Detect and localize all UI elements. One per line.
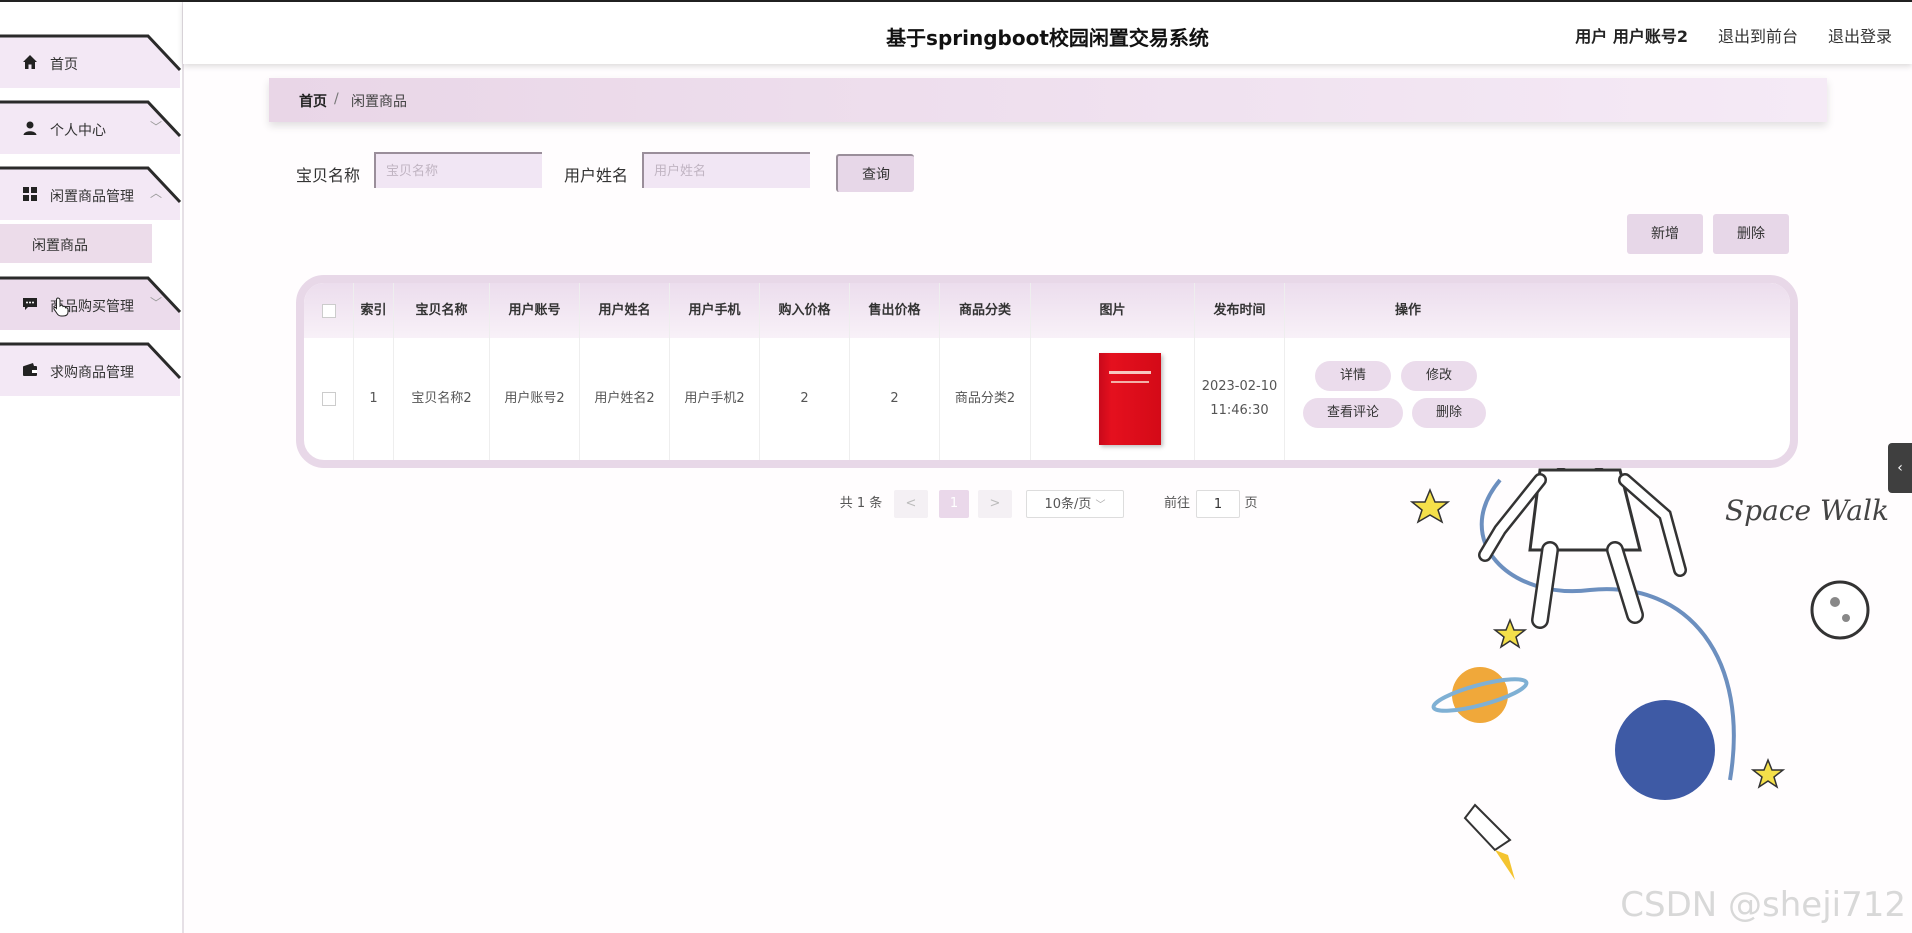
user-name-input[interactable] (642, 152, 810, 188)
submenu-item-idle-goods[interactable]: 闲置商品 (0, 224, 152, 263)
username-cell: 用户姓名2 (580, 338, 670, 460)
goods-name-input[interactable] (374, 152, 542, 188)
add-button[interactable]: 新增 (1627, 214, 1703, 254)
sidebar: 首页 个人中心 ﹀ 闲置商品管理 ︿ 闲置商品 商品购买管理 ﹀ 求购商品管理 (0, 2, 184, 933)
breadcrumb-home[interactable]: 首页 (299, 91, 327, 111)
goods-name-label: 宝贝名称 (296, 166, 361, 185)
total-count: 共 1 条 (839, 496, 883, 511)
sidebar-item-home[interactable]: 首页 (0, 34, 182, 90)
wallet-icon (22, 362, 38, 378)
column-header: 图片 (1031, 283, 1195, 338)
batch-delete-button[interactable]: 删除 (1713, 214, 1789, 254)
page-number-current[interactable]: 1 (939, 490, 969, 518)
sidebar-item-wanted[interactable]: 求购商品管理 (0, 342, 182, 398)
sidebar-item-label: 闲置商品管理 (50, 189, 134, 205)
edit-button[interactable]: 修改 (1401, 361, 1477, 391)
query-button[interactable]: 查询 (836, 154, 914, 192)
column-header: 用户账号 (490, 283, 580, 338)
back-to-front-link[interactable]: 退出到前台 (1718, 23, 1798, 47)
chevron-up-icon: ︿ (150, 186, 163, 200)
user-icon (22, 120, 38, 136)
breadcrumb: 首页 / 闲置商品 (269, 78, 1827, 122)
space-walk-text: Space Walk (1725, 494, 1889, 527)
collapse-panel-button[interactable]: ‹ (1888, 443, 1912, 493)
sidebar-item-idle-goods[interactable]: 闲置商品管理 ︿ (0, 166, 182, 222)
column-header: 售出价格 (850, 283, 940, 338)
sidebar-item-profile[interactable]: 个人中心 ﹀ (0, 100, 182, 156)
table-header: 索引 宝贝名称 用户账号 用户姓名 用户手机 购入价格 售出价格 商品分类 图片… (304, 283, 1790, 338)
index-cell: 1 (354, 338, 394, 460)
home-icon (22, 54, 38, 70)
next-page-button[interactable]: > (978, 490, 1012, 518)
current-user-label: 用户 用户账号2 (1575, 27, 1688, 46)
breadcrumb-current: 闲置商品 (351, 94, 407, 110)
view-comments-button[interactable]: 查看评论 (1303, 398, 1403, 428)
goods-table: 索引 宝贝名称 用户账号 用户姓名 用户手机 购入价格 售出价格 商品分类 图片… (296, 275, 1798, 468)
chat-icon (22, 296, 38, 312)
sell-price-cell: 2 (850, 338, 940, 460)
chevron-down-icon: ﹀ (150, 296, 163, 310)
grid-icon (22, 186, 38, 202)
column-header: 商品分类 (940, 283, 1031, 338)
sidebar-item-label: 首页 (50, 57, 78, 73)
publish-time-cell: 2023-02-10 11:46:30 (1195, 338, 1285, 460)
select-all-cell[interactable] (304, 283, 354, 338)
goods-name-cell: 宝贝名称2 (394, 338, 490, 460)
column-header: 宝贝名称 (394, 283, 490, 338)
logout-link[interactable]: 退出登录 (1828, 23, 1892, 47)
publish-time: 11:46:30 (1210, 403, 1269, 418)
column-header: 操作 (1394, 303, 1421, 318)
sidebar-item-label: 求购商品管理 (50, 365, 134, 381)
page-size-select[interactable]: 10条/页 ﹀ (1026, 490, 1124, 518)
page-unit: 页 (1244, 496, 1258, 511)
mouse-cursor-icon (53, 297, 69, 322)
column-header: 购入价格 (760, 283, 850, 338)
chevron-down-icon: ﹀ (1095, 500, 1106, 511)
publish-date: 2023-02-10 (1201, 379, 1278, 394)
phone-cell: 用户手机2 (670, 338, 760, 460)
row-checkbox[interactable] (321, 391, 336, 406)
detail-button[interactable]: 详情 (1315, 361, 1391, 391)
pagination: 共 1 条 < 1 > 10条/页 ﹀ 前往 1 页 (836, 490, 1266, 520)
sidebar-item-purchase[interactable]: 商品购买管理 ﹀ (0, 276, 182, 332)
goods-image[interactable] (1099, 353, 1161, 445)
select-all-checkbox[interactable] (321, 303, 336, 318)
goto-page-input[interactable]: 1 (1196, 490, 1240, 518)
sidebar-item-label: 个人中心 (50, 123, 106, 139)
account-cell: 用户账号2 (490, 338, 580, 460)
row-delete-button[interactable]: 删除 (1412, 398, 1486, 428)
buy-price-cell: 2 (760, 338, 850, 460)
column-header: 发布时间 (1195, 283, 1285, 338)
column-header: 用户手机 (670, 283, 760, 338)
column-header: 索引 (354, 283, 394, 338)
chevron-down-icon: ﹀ (150, 120, 163, 134)
goto-label: 前往 (1163, 496, 1190, 511)
image-cell (1031, 338, 1195, 460)
breadcrumb-separator: / (334, 91, 339, 107)
top-header: 基于springboot校园闲置交易系统 用户 用户账号2 退出到前台 退出登录 (183, 2, 1912, 64)
table-row: 1 宝贝名称2 用户账号2 用户姓名2 用户手机2 2 2 商品分类2 2023… (304, 338, 1790, 460)
prev-page-button[interactable]: < (894, 490, 928, 518)
category-cell: 商品分类2 (940, 338, 1031, 460)
watermark: CSDN @sheji712 (1620, 885, 1906, 925)
column-header: 用户姓名 (580, 283, 670, 338)
operations-cell: 详情 修改 查看评论 删除 (1285, 338, 1531, 460)
page-size-value: 10条/页 (1044, 497, 1092, 512)
user-name-label: 用户姓名 (564, 166, 629, 185)
chevron-left-icon: ‹ (1897, 460, 1903, 476)
row-select-cell[interactable] (304, 338, 354, 460)
header-actions: 用户 用户账号2 退出到前台 退出登录 (1575, 23, 1892, 47)
submenu-item-label: 闲置商品 (32, 238, 88, 254)
